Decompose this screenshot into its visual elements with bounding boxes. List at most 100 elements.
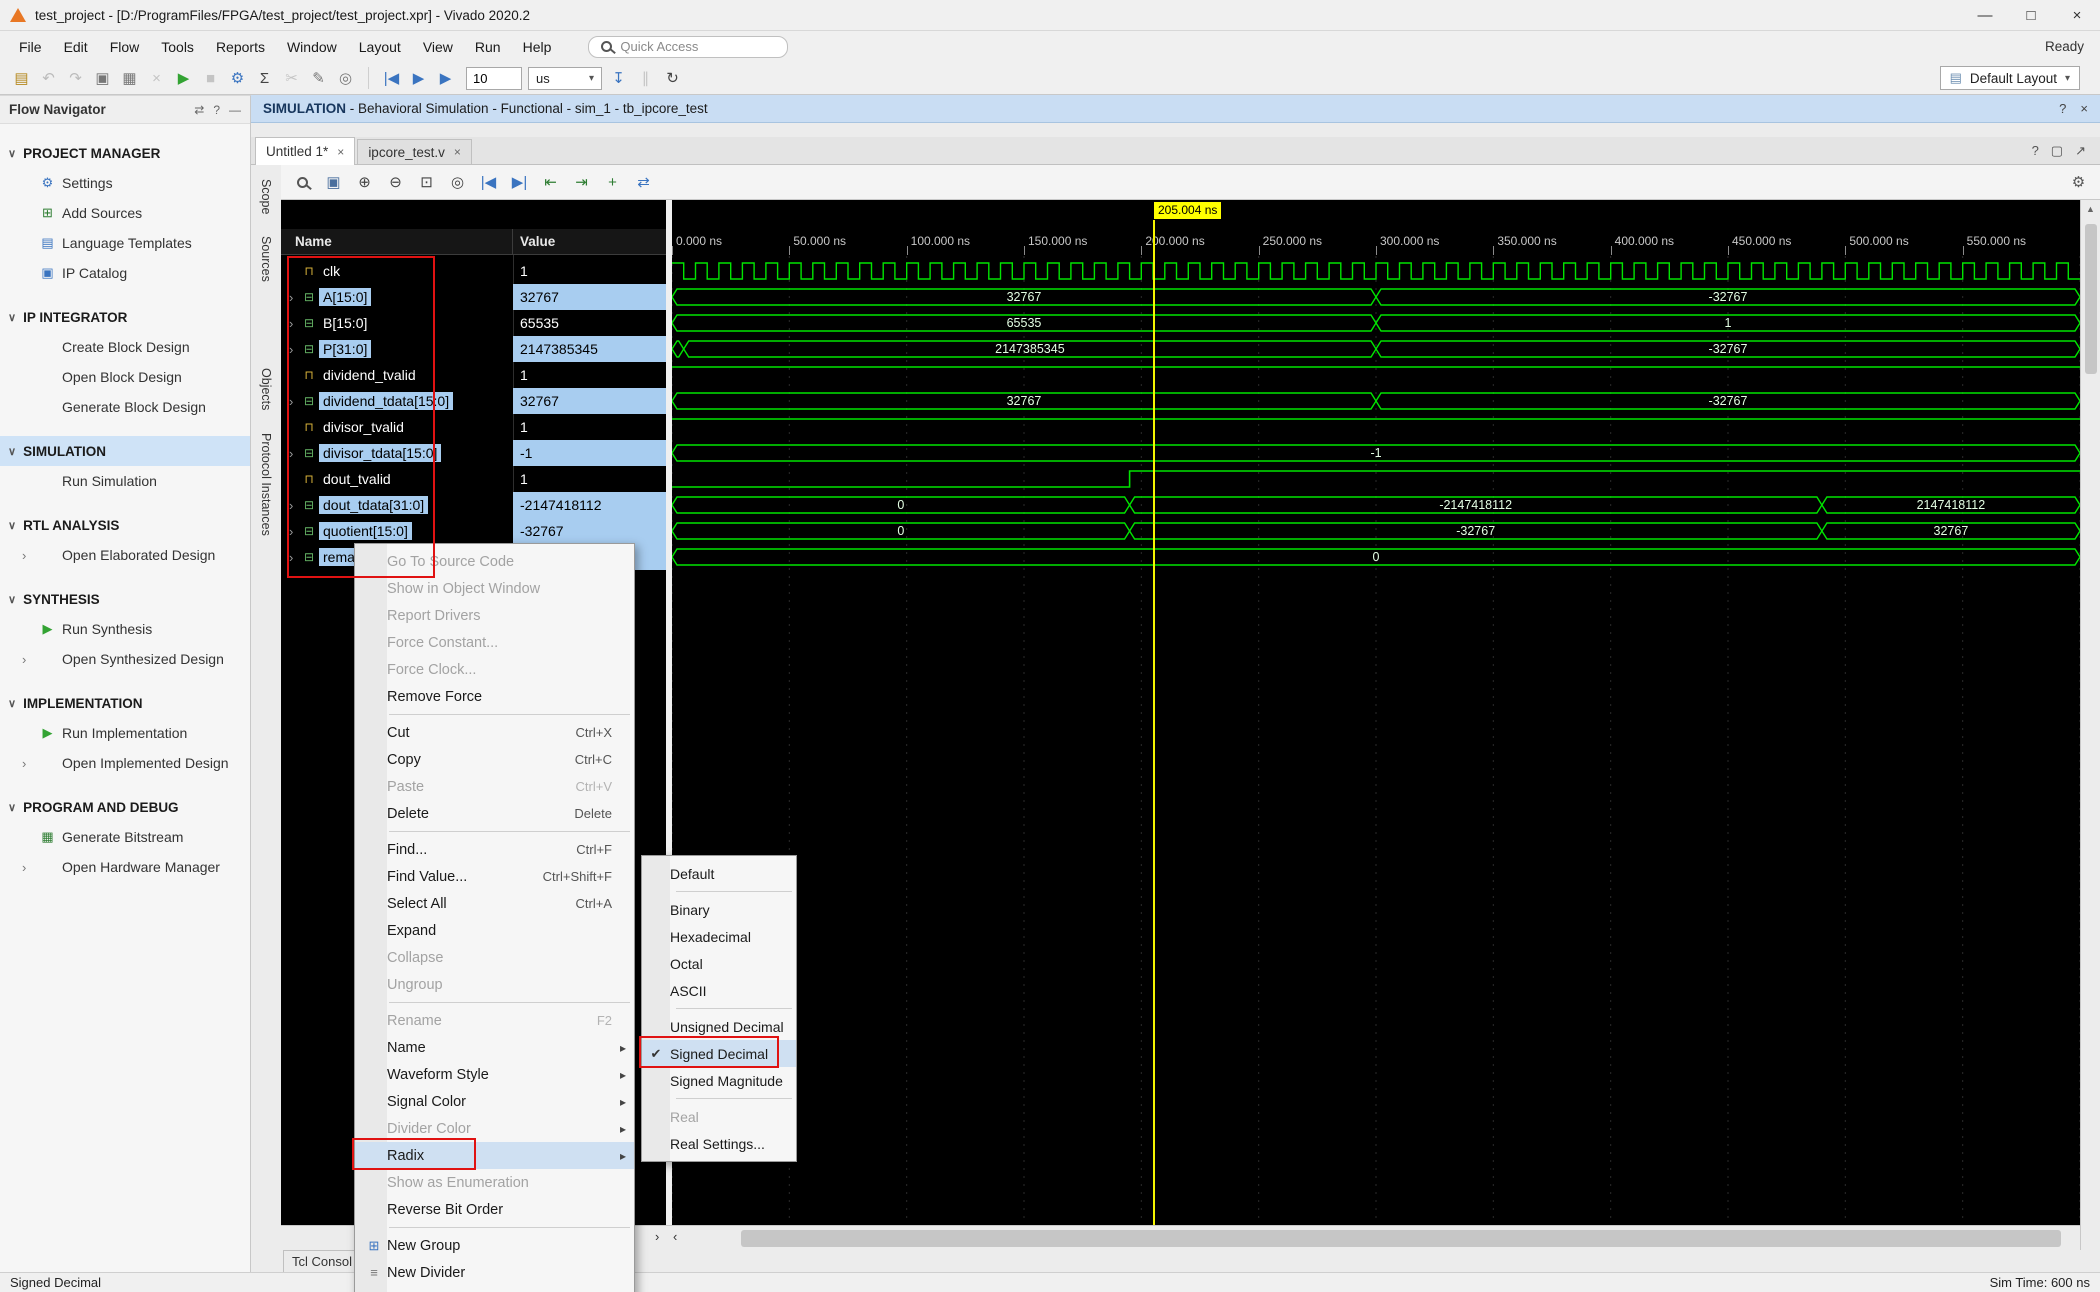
context-menu-item-find-value[interactable]: Find Value...Ctrl+Shift+F (355, 863, 634, 890)
name-column-header[interactable]: Name (281, 229, 513, 255)
signal-value-cell[interactable]: 1 (513, 414, 666, 440)
signal-name-row[interactable]: ›⊟quotient[15:0] (281, 518, 513, 544)
zoom-in-icon[interactable]: ⊕ (351, 169, 378, 195)
signal-value-cell[interactable]: 2147385345 (513, 336, 666, 362)
signal-name-row[interactable]: ›⊟P[31:0] (281, 336, 513, 362)
radix-option-default[interactable]: Default (642, 860, 796, 887)
expand-chevron-icon[interactable]: › (289, 342, 301, 357)
menubar-tools[interactable]: Tools (150, 34, 205, 60)
layout-select[interactable]: ▤ Default Layout ▾ (1940, 66, 2080, 90)
context-menu-item-delete[interactable]: DeleteDelete (355, 800, 634, 827)
signal-name-row[interactable]: ⊓dout_tvalid (281, 466, 513, 492)
scroll-up-icon[interactable]: ▲ (2081, 200, 2100, 214)
maximize-button[interactable]: □ (2008, 0, 2054, 30)
waveform-canvas[interactable]: 32767-327676553512147385345-3276732767-3… (672, 255, 2080, 1225)
signal-name-row[interactable]: ⊓clk (281, 258, 513, 284)
close-icon[interactable]: × (337, 145, 344, 159)
step-icon[interactable]: ↧ (605, 65, 632, 91)
run-icon[interactable]: ▶ (170, 65, 197, 91)
close-icon[interactable]: × (454, 145, 461, 159)
flow-item-run-synthesis[interactable]: ▶Run Synthesis (0, 614, 250, 644)
flow-item-language-templates[interactable]: ▤Language Templates (0, 228, 250, 258)
radix-option-signed-magnitude[interactable]: Signed Magnitude (642, 1067, 796, 1094)
settings-gear-icon[interactable]: ⚙ (224, 65, 251, 91)
context-menu-item-signal-color[interactable]: Signal Color▸ (355, 1088, 634, 1115)
menubar-flow[interactable]: Flow (99, 34, 151, 60)
external-window-icon[interactable]: ↗ (2075, 143, 2086, 159)
signal-value-cell[interactable]: 32767 (513, 284, 666, 310)
expand-chevron-icon[interactable]: › (289, 446, 301, 461)
signal-name-row[interactable]: ⊓dividend_tvalid (281, 362, 513, 388)
side-tab-objects[interactable]: Objects (259, 360, 273, 418)
flow-item-add-sources[interactable]: ⊞Add Sources (0, 198, 250, 228)
flow-item-open-block-design[interactable]: Open Block Design (0, 362, 250, 392)
signal-name-row[interactable]: ›⊟dout_tdata[31:0] (281, 492, 513, 518)
expand-chevron-icon[interactable]: › (289, 394, 301, 409)
vertical-scrollbar-thumb[interactable] (2085, 224, 2097, 374)
context-menu-item-radix[interactable]: Radix▸ (355, 1142, 634, 1169)
time-unit-select[interactable]: us ▾ (528, 67, 602, 90)
flow-item-open-synthesized-design[interactable]: ›Open Synthesized Design (0, 644, 250, 674)
menubar-window[interactable]: Window (276, 34, 348, 60)
radix-option-octal[interactable]: Octal (642, 950, 796, 977)
context-menu-item-name[interactable]: Name▸ (355, 1034, 634, 1061)
side-tab-scope[interactable]: Scope (259, 171, 273, 222)
flow-item-open-elaborated-design[interactable]: ›Open Elaborated Design (0, 540, 250, 570)
flow-section-implementation[interactable]: ∨IMPLEMENTATION (0, 688, 250, 718)
vertical-scrollbar[interactable]: ▲ (2080, 200, 2100, 1250)
menubar-reports[interactable]: Reports (205, 34, 276, 60)
radix-option-unsigned-decimal[interactable]: Unsigned Decimal (642, 1013, 796, 1040)
flow-item-run-simulation[interactable]: Run Simulation (0, 466, 250, 496)
side-tab-protocol-instances[interactable]: Protocol Instances (259, 425, 273, 544)
quick-access-search[interactable]: Quick Access (588, 36, 788, 58)
value-column-header[interactable]: Value (513, 229, 666, 255)
context-menu-item-new-virtual-bus[interactable]: ⊟New Virtual Bus (355, 1286, 634, 1292)
go-to-start-icon[interactable]: |◀ (475, 169, 502, 195)
context-menu-item-find[interactable]: Find...Ctrl+F (355, 836, 634, 863)
copy-icon[interactable]: ▣ (89, 65, 116, 91)
expand-chevron-icon[interactable]: › (289, 524, 301, 539)
run-time-input[interactable] (466, 67, 522, 90)
help-icon[interactable]: ? (2032, 143, 2039, 158)
toggle-panel-icon[interactable]: ⇄ (194, 103, 204, 117)
swap-cursors-icon[interactable]: ⇄ (630, 169, 657, 195)
time-ruler[interactable]: 0.000 ns50.000 ns100.000 ns150.000 ns200… (672, 229, 2080, 255)
context-menu-item-select-all[interactable]: Select AllCtrl+A (355, 890, 634, 917)
context-menu-item-reverse-bit-order[interactable]: Reverse Bit Order (355, 1196, 634, 1223)
radix-option-real-settings[interactable]: Real Settings... (642, 1130, 796, 1157)
relaunch-icon[interactable]: ↻ (659, 65, 686, 91)
side-tab-sources[interactable]: Sources (259, 228, 273, 290)
wave-settings-icon[interactable]: ⚙ (2065, 169, 2092, 195)
restart-icon[interactable]: |◀ (378, 65, 405, 91)
signal-value-cell[interactable]: 1 (513, 466, 666, 492)
context-menu-item-waveform-style[interactable]: Waveform Style▸ (355, 1061, 634, 1088)
radix-option-signed-decimal[interactable]: ✔Signed Decimal (642, 1040, 796, 1067)
context-menu-item-new-divider[interactable]: ≡New Divider (355, 1259, 634, 1286)
menubar-view[interactable]: View (412, 34, 464, 60)
flow-section-synthesis[interactable]: ∨SYNTHESIS (0, 584, 250, 614)
menubar-layout[interactable]: Layout (348, 34, 412, 60)
context-menu-item-expand[interactable]: Expand (355, 917, 634, 944)
signal-value-cell[interactable]: -2147418112 (513, 492, 666, 518)
signal-value-cell[interactable]: 1 (513, 362, 666, 388)
signal-name-row[interactable]: ›⊟dividend_tdata[15:0] (281, 388, 513, 414)
zoom-out-icon[interactable]: ⊖ (382, 169, 409, 195)
find-icon[interactable] (289, 169, 316, 195)
context-menu-item-copy[interactable]: CopyCtrl+C (355, 746, 634, 773)
add-marker-icon[interactable]: + (599, 169, 626, 195)
signal-value-cell[interactable]: 65535 (513, 310, 666, 336)
signal-name-row[interactable]: ›⊟B[15:0] (281, 310, 513, 336)
radix-option-ascii[interactable]: ASCII (642, 977, 796, 1004)
time-cursor[interactable] (1153, 220, 1155, 1225)
next-transition-icon[interactable]: ⇥ (568, 169, 595, 195)
save-wave-config-icon[interactable]: ▣ (320, 169, 347, 195)
expand-chevron-icon[interactable]: › (289, 498, 301, 513)
signal-name-row[interactable]: ›⊟divisor_tdata[15:0] (281, 440, 513, 466)
expand-chevron-icon[interactable]: › (289, 316, 301, 331)
flow-item-open-implemented-design[interactable]: ›Open Implemented Design (0, 748, 250, 778)
run-all-icon[interactable]: ▶ (405, 65, 432, 91)
zoom-fit-icon[interactable]: ⊡ (413, 169, 440, 195)
expand-chevron-icon[interactable]: › (289, 550, 301, 565)
collapse-icon[interactable]: — (229, 103, 241, 117)
flow-item-run-implementation[interactable]: ▶Run Implementation (0, 718, 250, 748)
